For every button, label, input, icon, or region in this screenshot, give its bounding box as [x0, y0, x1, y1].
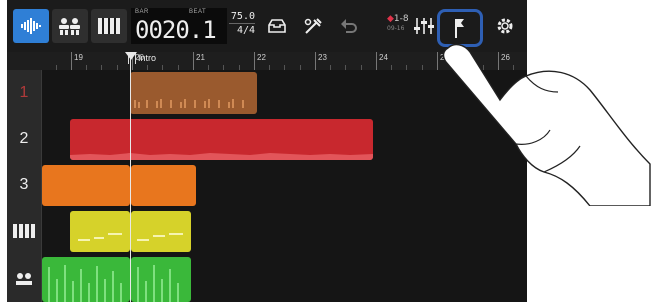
track-view-button[interactable] — [13, 9, 49, 43]
waveform — [134, 99, 244, 108]
beat-label: BEAT — [189, 9, 207, 15]
bar-number: 22 — [257, 53, 266, 62]
track-5-header[interactable] — [7, 254, 42, 302]
bar-line — [376, 52, 377, 70]
counter-value: 0020.1 — [135, 16, 217, 44]
bar-line — [254, 52, 255, 70]
faders-button[interactable] — [411, 9, 437, 43]
track-number: 1 — [19, 84, 29, 101]
undo-button[interactable] — [335, 9, 363, 43]
waveform — [137, 265, 179, 302]
mixer-icon — [59, 18, 80, 35]
undo-icon — [341, 19, 357, 33]
tempo-display[interactable]: 75.0 4/4 — [229, 10, 255, 37]
waveform — [70, 153, 373, 160]
track-1-header[interactable]: 1 — [7, 70, 42, 116]
playhead[interactable] — [130, 52, 131, 302]
tempo-value: 75.0 — [230, 11, 255, 22]
bar-number: 23 — [318, 53, 327, 62]
playhead-handle[interactable] — [125, 52, 137, 60]
track-number: 3 — [19, 176, 29, 193]
settings-gear-icon — [497, 18, 513, 34]
bar-line — [71, 52, 72, 70]
bar-line — [193, 52, 194, 70]
bar-label: BAR — [135, 9, 149, 15]
region-track-1[interactable] — [130, 72, 257, 114]
bar-line — [437, 52, 438, 70]
tray-button[interactable] — [263, 9, 291, 43]
tools-icon — [304, 18, 322, 34]
track-2-header[interactable]: 2 — [7, 116, 42, 162]
mixer-button[interactable] — [52, 9, 88, 43]
region-track-4-a[interactable] — [70, 211, 130, 252]
waveform — [48, 265, 122, 302]
bar-line — [315, 52, 316, 70]
tray-icon — [268, 19, 286, 33]
region-track-4-b[interactable] — [131, 211, 191, 252]
region-track-2[interactable] — [70, 119, 373, 160]
piano-icon — [13, 224, 35, 238]
region-track-3-b[interactable] — [131, 165, 196, 206]
pointing-hand-illustration — [442, 43, 651, 206]
track-range-selector[interactable]: ◆1-8 09-16 — [387, 14, 409, 34]
track-view-icon — [21, 18, 41, 34]
track-range: 1-8 — [393, 14, 409, 24]
track-3-header[interactable]: 3 — [7, 162, 42, 208]
position-counter[interactable]: BAR BEAT 0020.1 — [131, 8, 227, 44]
track-4-header[interactable] — [7, 208, 42, 254]
region-track-5-a[interactable] — [42, 257, 130, 302]
tools-button[interactable] — [299, 9, 327, 43]
drums-icon — [16, 273, 32, 285]
midi-notes — [78, 233, 122, 241]
time-signature: 4/4 — [229, 23, 255, 37]
track-range-sub: 09-16 — [387, 25, 405, 32]
bar-number: 21 — [196, 53, 205, 62]
faders-icon — [414, 18, 434, 34]
track-number: 2 — [19, 130, 29, 147]
keyboard-button[interactable] — [91, 9, 127, 43]
region-track-5-b[interactable] — [131, 257, 191, 302]
range-dot-icon: ◆ — [387, 14, 394, 24]
midi-notes — [137, 233, 183, 241]
keyboard-icon — [98, 18, 120, 34]
region-track-3-a[interactable] — [42, 165, 130, 206]
bar-number: 24 — [379, 53, 388, 62]
bar-number: 19 — [74, 53, 83, 62]
